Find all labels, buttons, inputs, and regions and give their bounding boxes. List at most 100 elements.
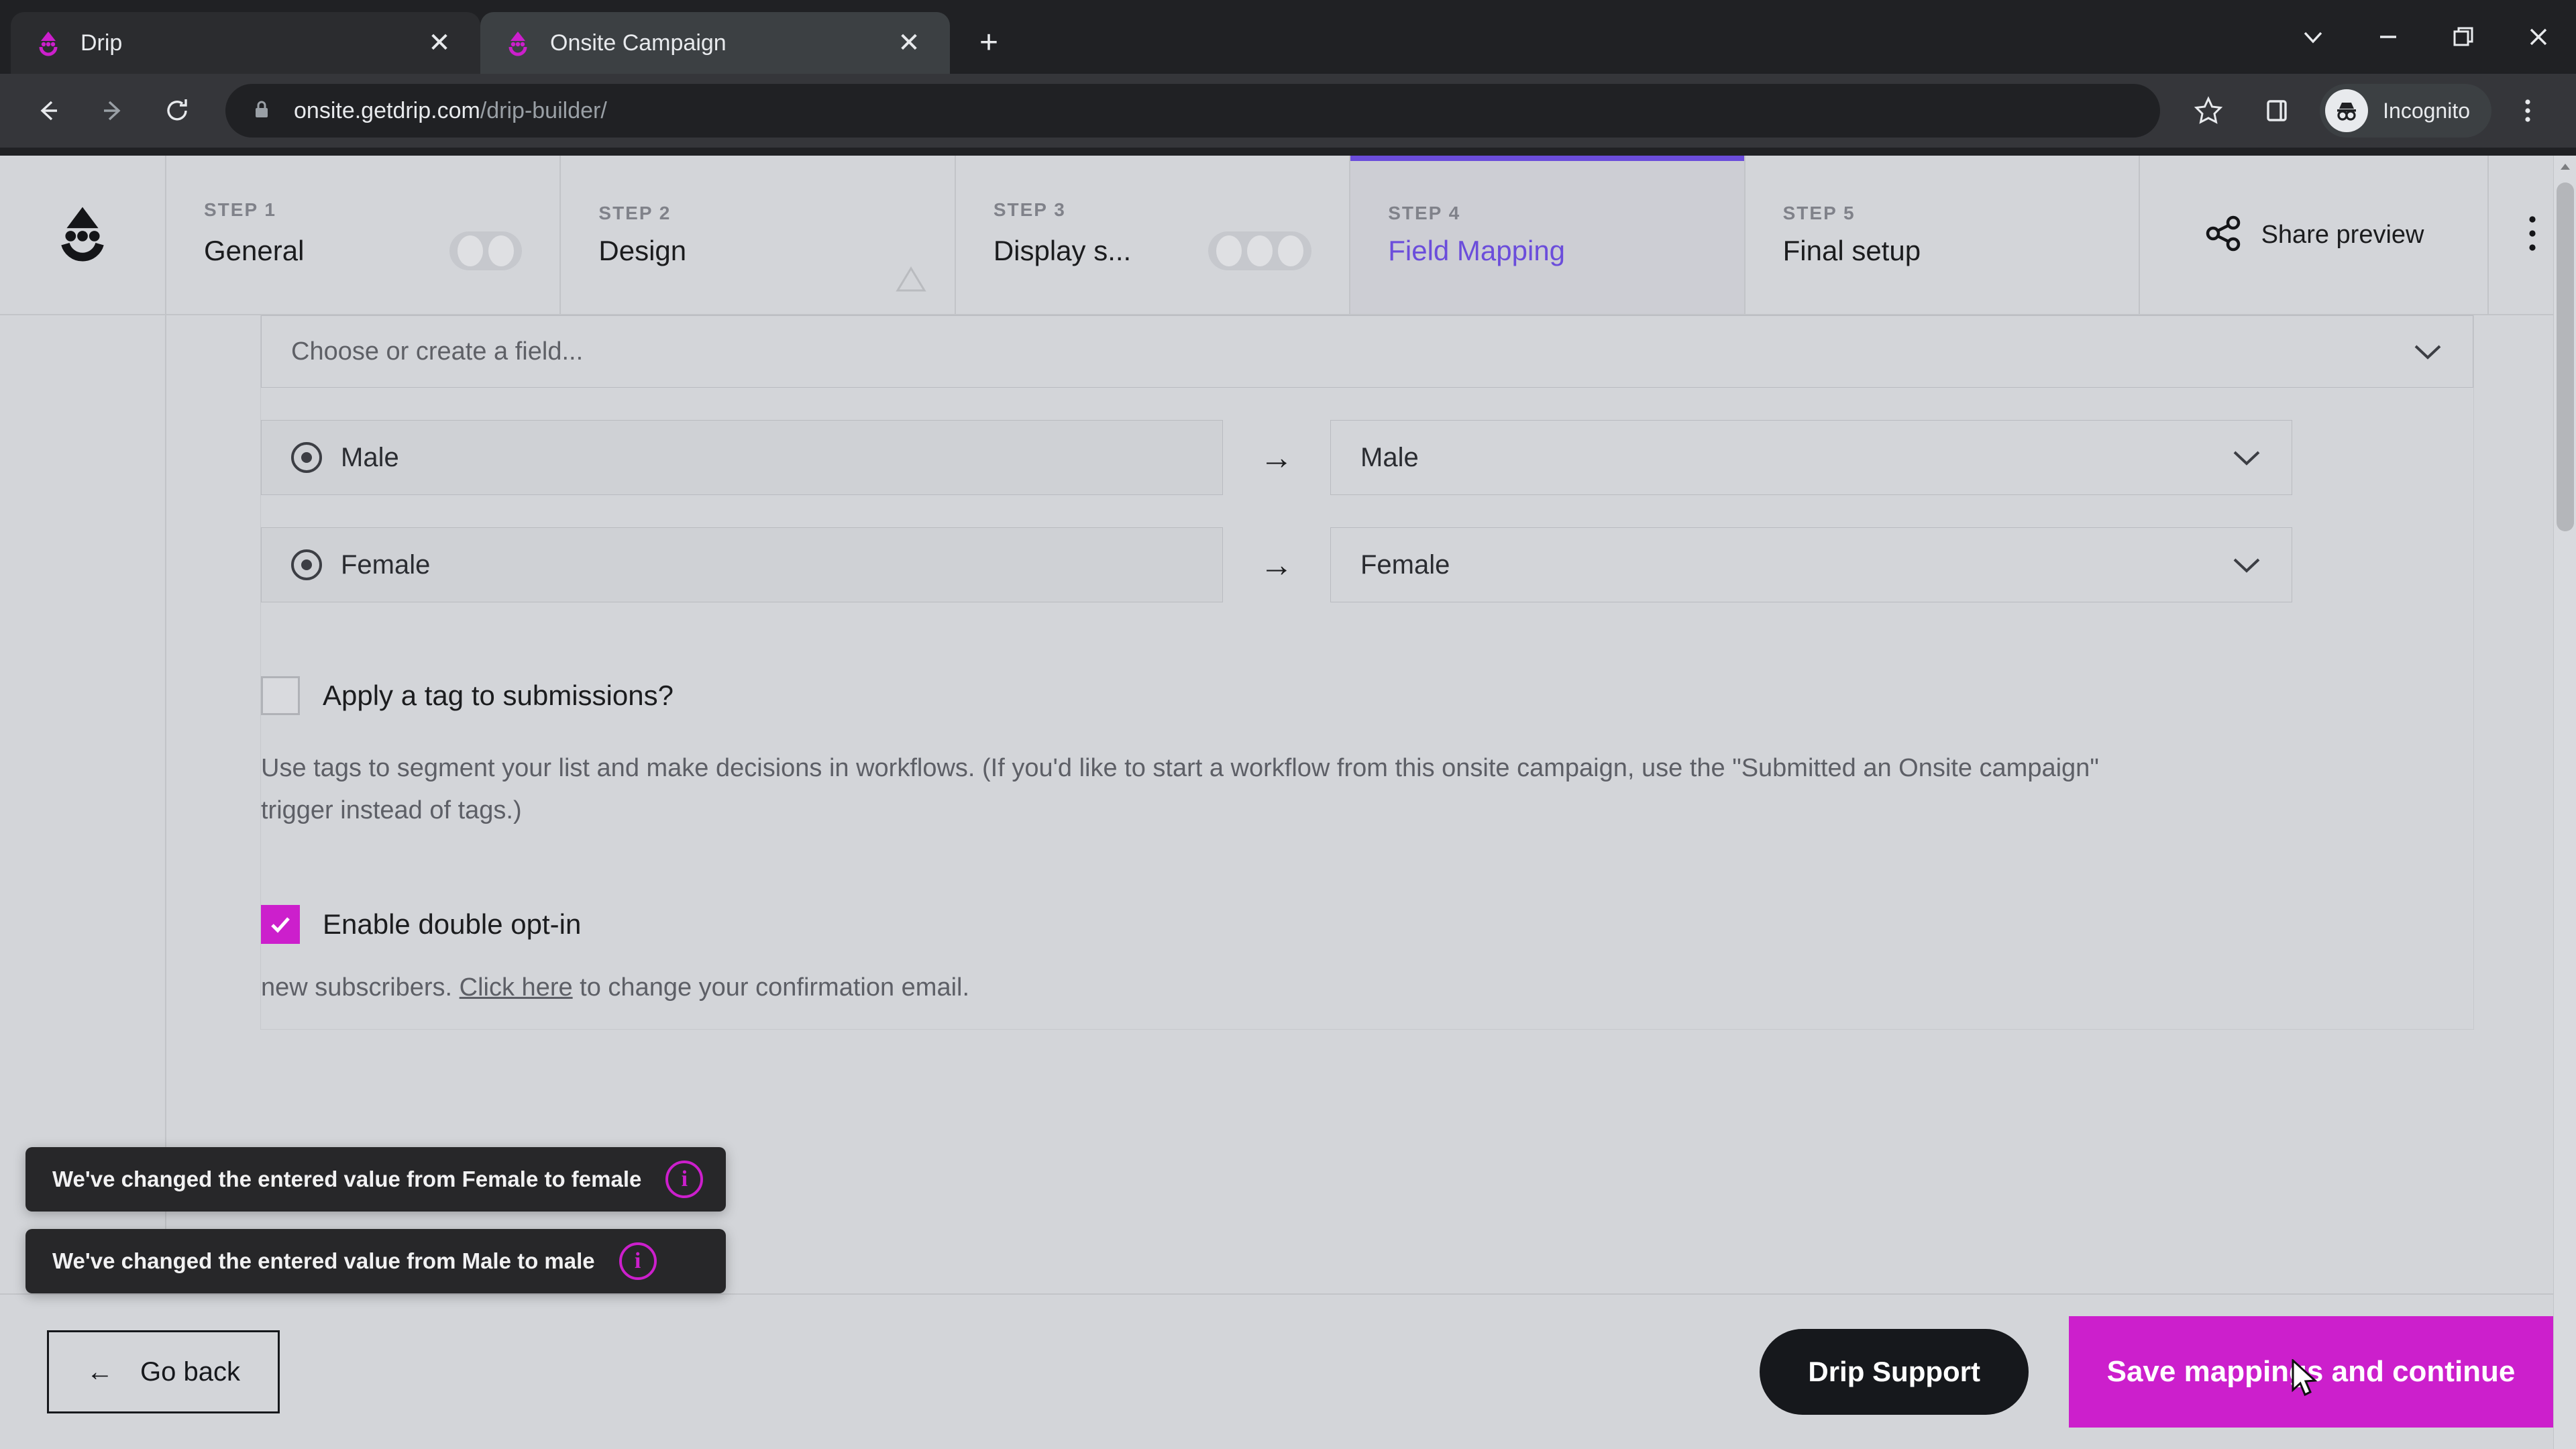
browser-toolbar: onsite.getdrip.com/drip-builder/ Incogni… [0, 74, 2576, 148]
share-preview-button[interactable]: Share preview [2140, 156, 2489, 314]
apply-tag-helper-text: Use tags to segment your list and make d… [261, 754, 2099, 824]
close-icon[interactable]: ✕ [891, 25, 927, 61]
drip-support-button[interactable]: Drip Support [1760, 1329, 2029, 1415]
step-item-final-setup[interactable]: STEP 5 Final setup [1746, 156, 2141, 314]
mapping-row-male: Male → Male [261, 420, 2473, 495]
address-bar-url: onsite.getdrip.com/drip-builder/ [294, 98, 607, 124]
step-variant-badge [449, 231, 523, 270]
double-optin-checkbox[interactable] [261, 905, 300, 945]
toast-message: We've changed the entered value from Mal… [52, 1248, 595, 1273]
close-icon[interactable]: ✕ [421, 25, 458, 61]
mapping-source-male[interactable]: Male [261, 420, 1223, 495]
step-variant-badge [1208, 231, 1312, 270]
warning-triangle-icon [896, 265, 926, 297]
double-optin-helper-text: new subscribers. Click here to change yo… [261, 973, 2473, 1002]
radio-button-icon [291, 549, 322, 580]
drip-logo-icon [503, 28, 533, 58]
url-path: /drip-builder/ [480, 97, 607, 123]
mapping-arrow-icon: → [1260, 439, 1293, 476]
browser-tabstrip: Drip ✕ Onsite Campaign ✕ + [0, 0, 2576, 74]
go-back-button[interactable]: ← Go back [47, 1330, 280, 1413]
three-dot-menu-icon [2519, 213, 2546, 258]
reload-icon[interactable] [145, 78, 209, 143]
double-optin-row[interactable]: Enable double opt-in [261, 905, 2473, 945]
step-label: Final setup [1782, 235, 1921, 266]
tab-search-chevron-icon[interactable] [2275, 0, 2351, 74]
mapping-target-male-select[interactable]: Male [1330, 420, 2292, 495]
scroll-up-arrow-icon[interactable] [2554, 156, 2576, 178]
step-number: STEP 2 [598, 203, 672, 223]
footer-right-actions: Drip Support Save mappings and continue [1760, 1295, 2553, 1449]
scrollbar-thumb[interactable] [2557, 182, 2574, 531]
step-item-design[interactable]: STEP 2 Design [561, 156, 956, 314]
toast-message: We've changed the entered value from Fem… [52, 1167, 642, 1191]
select-value: Choose or create a field... [291, 337, 584, 366]
save-mappings-and-continue-button[interactable]: Save mappings and continue [2069, 1316, 2553, 1428]
step-label: General [204, 235, 305, 266]
mapping-source-female[interactable]: Female [261, 527, 1223, 602]
variant-dot-icon [1278, 235, 1304, 266]
optin-helper-suffix: to change your confirmation email. [572, 973, 970, 1002]
choose-or-create-field-select[interactable]: Choose or create a field... [261, 315, 2473, 388]
go-back-label: Go back [140, 1356, 240, 1387]
step-label: Field Mapping [1388, 235, 1566, 266]
incognito-label: Incognito [2383, 98, 2470, 123]
incognito-profile-button[interactable]: Incognito [2320, 84, 2491, 138]
variant-dot-icon [458, 235, 484, 266]
mapping-arrow-icon: → [1260, 546, 1293, 584]
radio-button-icon [291, 442, 322, 473]
variant-dot-icon [1247, 235, 1273, 266]
tab-title: Onsite Campaign [550, 30, 727, 56]
step-number: STEP 5 [1782, 203, 1856, 223]
minimize-icon[interactable] [2351, 0, 2426, 74]
info-circle-icon: i [619, 1242, 657, 1280]
apply-tag-checkbox[interactable] [261, 676, 300, 715]
chevron-down-icon [2412, 341, 2443, 362]
star-icon[interactable] [2176, 78, 2241, 143]
drip-logo-icon [43, 194, 122, 276]
forward-icon[interactable] [80, 78, 145, 143]
browser-tab-drip[interactable]: Drip ✕ [11, 12, 480, 74]
toast-notification[interactable]: We've changed the entered value from Fem… [25, 1147, 727, 1212]
step-number: STEP 3 [993, 199, 1066, 220]
wizard-footer: ← Go back Drip Support Save mappings and… [0, 1293, 2553, 1449]
drip-brand-logo[interactable] [0, 156, 166, 314]
confirmation-email-link[interactable]: Click here [460, 973, 573, 1002]
step-number: STEP 1 [204, 199, 276, 220]
step-item-field-mapping[interactable]: STEP 4 Field Mapping [1350, 156, 1746, 314]
toast-stack: We've changed the entered value from Fem… [25, 1147, 727, 1293]
step-item-display-settings[interactable]: STEP 3 Display s... [956, 156, 1351, 314]
browser-window: Drip ✕ Onsite Campaign ✕ + onsite.getdri… [0, 0, 2576, 1449]
restore-icon[interactable] [2426, 0, 2501, 74]
info-circle-icon: i [665, 1161, 704, 1198]
select-value: Male [1360, 442, 1419, 472]
url-host: onsite.getdrip.com [294, 97, 480, 123]
apply-tag-row[interactable]: Apply a tag to submissions? [261, 676, 2473, 715]
field-chooser-row: Choose or create a field... [261, 315, 2473, 388]
optin-helper-prefix: new subscribers. [261, 973, 460, 1002]
chevron-down-icon [2231, 555, 2262, 575]
variant-dot-icon [488, 235, 515, 266]
page-viewport: STEP 1 General STEP 2 Design STEP 3 Disp… [0, 156, 2576, 1449]
side-panel-icon[interactable] [2245, 78, 2309, 143]
window-controls [2275, 0, 2576, 74]
close-icon[interactable] [2501, 0, 2576, 74]
browser-tab-onsite-campaign[interactable]: Onsite Campaign ✕ [480, 12, 950, 74]
campaign-builder-header: STEP 1 General STEP 2 Design STEP 3 Disp… [0, 156, 2576, 315]
address-bar[interactable]: onsite.getdrip.com/drip-builder/ [225, 84, 2161, 138]
select-value: Female [1360, 549, 1450, 580]
mapping-target-female-select[interactable]: Female [1330, 527, 2292, 602]
toolbar-right-actions: Incognito [2176, 78, 2560, 143]
mouse-cursor [2290, 1358, 2321, 1408]
apply-tag-label: Apply a tag to submissions? [323, 680, 674, 711]
incognito-icon [2325, 89, 2369, 132]
step-item-general[interactable]: STEP 1 General [166, 156, 561, 314]
page-scrollbar[interactable] [2553, 156, 2576, 1449]
chevron-down-icon [2231, 447, 2262, 468]
three-dot-menu-icon[interactable] [2496, 78, 2560, 143]
double-optin-label: Enable double opt-in [323, 908, 582, 941]
toast-notification[interactable]: We've changed the entered value from Mal… [25, 1229, 727, 1293]
back-icon[interactable] [16, 78, 80, 143]
new-tab-button[interactable]: + [965, 19, 1013, 67]
share-nodes-icon [2204, 214, 2243, 256]
